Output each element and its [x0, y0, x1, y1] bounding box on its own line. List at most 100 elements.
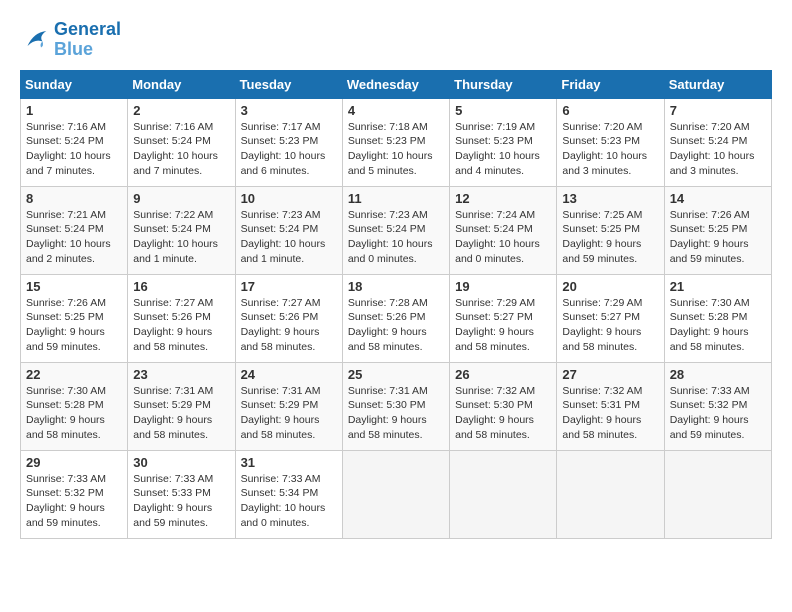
calendar-cell: 13 Sunrise: 7:25 AM Sunset: 5:25 PM Dayl… [557, 186, 664, 274]
day-info: Sunrise: 7:25 AM Sunset: 5:25 PM Dayligh… [562, 208, 658, 267]
day-info: Sunrise: 7:33 AM Sunset: 5:32 PM Dayligh… [670, 384, 766, 443]
day-info: Sunrise: 7:27 AM Sunset: 5:26 PM Dayligh… [133, 296, 229, 355]
day-info: Sunrise: 7:29 AM Sunset: 5:27 PM Dayligh… [562, 296, 658, 355]
day-info: Sunrise: 7:30 AM Sunset: 5:28 PM Dayligh… [26, 384, 122, 443]
logo-icon [20, 25, 50, 55]
day-number: 9 [133, 191, 229, 206]
calendar-cell: 19 Sunrise: 7:29 AM Sunset: 5:27 PM Dayl… [450, 274, 557, 362]
calendar-cell: 7 Sunrise: 7:20 AM Sunset: 5:24 PM Dayli… [664, 98, 771, 186]
day-info: Sunrise: 7:20 AM Sunset: 5:24 PM Dayligh… [670, 120, 766, 179]
calendar-cell: 16 Sunrise: 7:27 AM Sunset: 5:26 PM Dayl… [128, 274, 235, 362]
calendar-cell: 23 Sunrise: 7:31 AM Sunset: 5:29 PM Dayl… [128, 362, 235, 450]
calendar-cell: 17 Sunrise: 7:27 AM Sunset: 5:26 PM Dayl… [235, 274, 342, 362]
calendar-cell: 10 Sunrise: 7:23 AM Sunset: 5:24 PM Dayl… [235, 186, 342, 274]
column-header-saturday: Saturday [664, 70, 771, 98]
day-number: 3 [241, 103, 337, 118]
calendar-cell: 1 Sunrise: 7:16 AM Sunset: 5:24 PM Dayli… [21, 98, 128, 186]
day-info: Sunrise: 7:31 AM Sunset: 5:29 PM Dayligh… [133, 384, 229, 443]
column-header-sunday: Sunday [21, 70, 128, 98]
day-number: 28 [670, 367, 766, 382]
day-number: 6 [562, 103, 658, 118]
day-info: Sunrise: 7:29 AM Sunset: 5:27 PM Dayligh… [455, 296, 551, 355]
day-number: 27 [562, 367, 658, 382]
day-number: 23 [133, 367, 229, 382]
day-info: Sunrise: 7:32 AM Sunset: 5:31 PM Dayligh… [562, 384, 658, 443]
column-header-tuesday: Tuesday [235, 70, 342, 98]
day-info: Sunrise: 7:26 AM Sunset: 5:25 PM Dayligh… [26, 296, 122, 355]
calendar-cell: 24 Sunrise: 7:31 AM Sunset: 5:29 PM Dayl… [235, 362, 342, 450]
calendar-week-1: 1 Sunrise: 7:16 AM Sunset: 5:24 PM Dayli… [21, 98, 772, 186]
day-info: Sunrise: 7:28 AM Sunset: 5:26 PM Dayligh… [348, 296, 444, 355]
day-info: Sunrise: 7:33 AM Sunset: 5:32 PM Dayligh… [26, 472, 122, 531]
day-info: Sunrise: 7:18 AM Sunset: 5:23 PM Dayligh… [348, 120, 444, 179]
day-info: Sunrise: 7:27 AM Sunset: 5:26 PM Dayligh… [241, 296, 337, 355]
calendar-table: SundayMondayTuesdayWednesdayThursdayFrid… [20, 70, 772, 539]
day-number: 11 [348, 191, 444, 206]
day-number: 1 [26, 103, 122, 118]
day-number: 20 [562, 279, 658, 294]
day-number: 25 [348, 367, 444, 382]
calendar-week-4: 22 Sunrise: 7:30 AM Sunset: 5:28 PM Dayl… [21, 362, 772, 450]
day-number: 16 [133, 279, 229, 294]
calendar-cell: 5 Sunrise: 7:19 AM Sunset: 5:23 PM Dayli… [450, 98, 557, 186]
calendar-cell [342, 450, 449, 538]
day-number: 22 [26, 367, 122, 382]
day-number: 14 [670, 191, 766, 206]
calendar-cell: 29 Sunrise: 7:33 AM Sunset: 5:32 PM Dayl… [21, 450, 128, 538]
day-number: 21 [670, 279, 766, 294]
day-number: 31 [241, 455, 337, 470]
calendar-cell: 14 Sunrise: 7:26 AM Sunset: 5:25 PM Dayl… [664, 186, 771, 274]
day-info: Sunrise: 7:23 AM Sunset: 5:24 PM Dayligh… [348, 208, 444, 267]
day-info: Sunrise: 7:31 AM Sunset: 5:30 PM Dayligh… [348, 384, 444, 443]
calendar-cell: 9 Sunrise: 7:22 AM Sunset: 5:24 PM Dayli… [128, 186, 235, 274]
day-info: Sunrise: 7:22 AM Sunset: 5:24 PM Dayligh… [133, 208, 229, 267]
calendar-cell: 30 Sunrise: 7:33 AM Sunset: 5:33 PM Dayl… [128, 450, 235, 538]
calendar-cell: 8 Sunrise: 7:21 AM Sunset: 5:24 PM Dayli… [21, 186, 128, 274]
calendar-cell: 18 Sunrise: 7:28 AM Sunset: 5:26 PM Dayl… [342, 274, 449, 362]
day-info: Sunrise: 7:33 AM Sunset: 5:34 PM Dayligh… [241, 472, 337, 531]
calendar-cell: 21 Sunrise: 7:30 AM Sunset: 5:28 PM Dayl… [664, 274, 771, 362]
day-info: Sunrise: 7:17 AM Sunset: 5:23 PM Dayligh… [241, 120, 337, 179]
calendar-cell: 22 Sunrise: 7:30 AM Sunset: 5:28 PM Dayl… [21, 362, 128, 450]
day-info: Sunrise: 7:20 AM Sunset: 5:23 PM Dayligh… [562, 120, 658, 179]
day-info: Sunrise: 7:30 AM Sunset: 5:28 PM Dayligh… [670, 296, 766, 355]
day-number: 30 [133, 455, 229, 470]
logo: General Blue [20, 20, 121, 60]
day-info: Sunrise: 7:16 AM Sunset: 5:24 PM Dayligh… [26, 120, 122, 179]
day-number: 4 [348, 103, 444, 118]
column-header-monday: Monday [128, 70, 235, 98]
calendar-cell: 3 Sunrise: 7:17 AM Sunset: 5:23 PM Dayli… [235, 98, 342, 186]
day-info: Sunrise: 7:23 AM Sunset: 5:24 PM Dayligh… [241, 208, 337, 267]
day-number: 5 [455, 103, 551, 118]
calendar-cell: 6 Sunrise: 7:20 AM Sunset: 5:23 PM Dayli… [557, 98, 664, 186]
calendar-week-5: 29 Sunrise: 7:33 AM Sunset: 5:32 PM Dayl… [21, 450, 772, 538]
day-number: 8 [26, 191, 122, 206]
day-number: 18 [348, 279, 444, 294]
day-info: Sunrise: 7:21 AM Sunset: 5:24 PM Dayligh… [26, 208, 122, 267]
day-number: 13 [562, 191, 658, 206]
day-number: 19 [455, 279, 551, 294]
day-number: 2 [133, 103, 229, 118]
column-header-thursday: Thursday [450, 70, 557, 98]
page-header: General Blue [20, 20, 772, 60]
day-number: 15 [26, 279, 122, 294]
day-info: Sunrise: 7:26 AM Sunset: 5:25 PM Dayligh… [670, 208, 766, 267]
calendar-cell [664, 450, 771, 538]
column-header-friday: Friday [557, 70, 664, 98]
calendar-cell: 4 Sunrise: 7:18 AM Sunset: 5:23 PM Dayli… [342, 98, 449, 186]
calendar-cell [557, 450, 664, 538]
day-number: 10 [241, 191, 337, 206]
calendar-cell: 11 Sunrise: 7:23 AM Sunset: 5:24 PM Dayl… [342, 186, 449, 274]
day-info: Sunrise: 7:32 AM Sunset: 5:30 PM Dayligh… [455, 384, 551, 443]
calendar-cell: 12 Sunrise: 7:24 AM Sunset: 5:24 PM Dayl… [450, 186, 557, 274]
day-info: Sunrise: 7:16 AM Sunset: 5:24 PM Dayligh… [133, 120, 229, 179]
calendar-cell: 15 Sunrise: 7:26 AM Sunset: 5:25 PM Dayl… [21, 274, 128, 362]
calendar-week-2: 8 Sunrise: 7:21 AM Sunset: 5:24 PM Dayli… [21, 186, 772, 274]
day-number: 17 [241, 279, 337, 294]
calendar-cell: 31 Sunrise: 7:33 AM Sunset: 5:34 PM Dayl… [235, 450, 342, 538]
calendar-cell: 26 Sunrise: 7:32 AM Sunset: 5:30 PM Dayl… [450, 362, 557, 450]
day-number: 29 [26, 455, 122, 470]
calendar-cell: 2 Sunrise: 7:16 AM Sunset: 5:24 PM Dayli… [128, 98, 235, 186]
calendar-week-3: 15 Sunrise: 7:26 AM Sunset: 5:25 PM Dayl… [21, 274, 772, 362]
day-number: 7 [670, 103, 766, 118]
